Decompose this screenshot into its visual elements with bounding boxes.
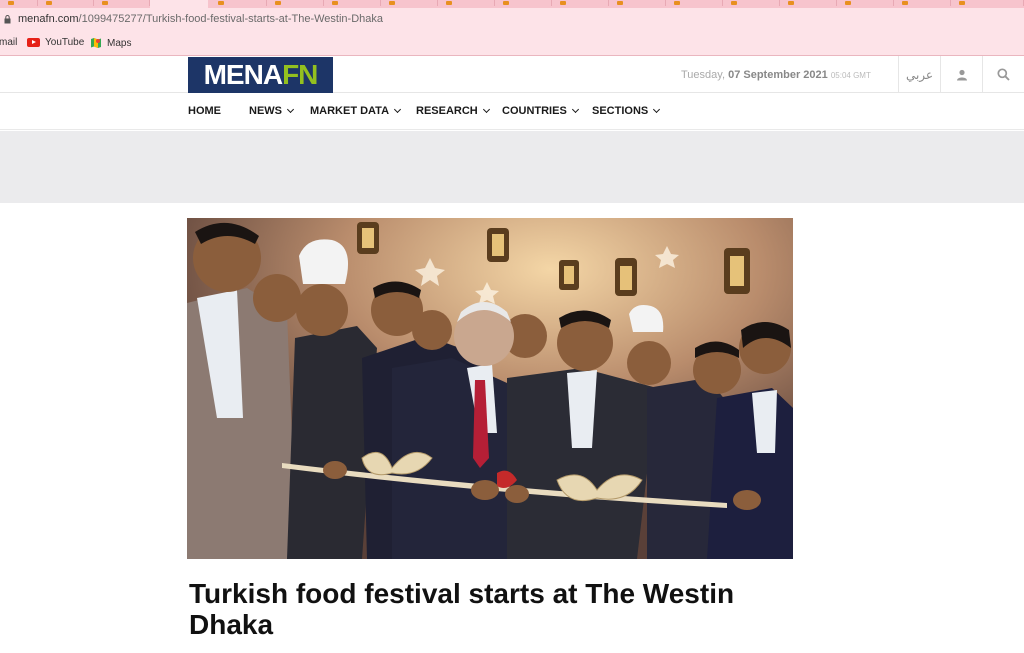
bookmark-gmail[interactable]: mail [0, 37, 17, 48]
user-icon [956, 69, 967, 80]
bookmark-label: mail [0, 37, 18, 48]
nav-label: MARKET DATA [310, 105, 390, 117]
lock-icon [4, 15, 11, 24]
search-button[interactable] [982, 56, 1024, 93]
url-host: menafn.com [18, 13, 79, 25]
site-header: MENA FN Tuesday, 07 September 2021 05:04 … [0, 56, 1024, 93]
chevron-down-icon [571, 105, 579, 114]
chevron-down-icon [393, 105, 402, 114]
article-headline: Turkish food festival starts at The West… [189, 578, 735, 640]
bookmark-maps[interactable]: Maps [90, 37, 131, 49]
date-time: 05:04 GMT [830, 71, 871, 80]
nav-market-data[interactable]: MARKET DATA [310, 105, 402, 117]
bookmarks-bar: mail YouTube Maps [0, 32, 1024, 56]
browser-tab[interactable] [495, 0, 552, 6]
url-text[interactable]: menafn.com/1099475277/Turkish-food-festi… [18, 13, 383, 25]
search-icon [997, 68, 1010, 81]
logo-text-fn: FN [282, 59, 318, 90]
address-bar[interactable]: menafn.com/1099475277/Turkish-food-festi… [0, 8, 1024, 32]
date-main: 07 September 2021 [728, 69, 828, 81]
bookmark-label: YouTube [45, 37, 85, 48]
nav-label: RESEARCH [416, 105, 478, 117]
browser-tab[interactable] [438, 0, 495, 6]
browser-tab[interactable] [837, 0, 894, 6]
nav-label: NEWS [249, 105, 282, 117]
url-path: /1099475277/Turkish-food-festival-starts… [78, 13, 383, 25]
nav-label: HOME [188, 105, 221, 117]
bookmark-label: Maps [107, 37, 132, 49]
browser-tab[interactable] [723, 0, 780, 6]
browser-tab-strip [0, 0, 1024, 8]
browser-tab[interactable] [381, 0, 438, 6]
nav-news[interactable]: NEWS [249, 105, 295, 117]
ribbon-cutting-photo [187, 218, 793, 559]
nav-research[interactable]: RESEARCH [416, 105, 490, 117]
main-nav: HOME NEWS MARKET DATA RESEARCH COUNTRIES… [0, 93, 1024, 130]
nav-countries[interactable]: COUNTRIES [502, 105, 579, 117]
browser-tab[interactable] [38, 0, 94, 6]
browser-tab[interactable] [267, 0, 324, 6]
advertisement-banner [0, 131, 1024, 203]
browser-tab[interactable] [552, 0, 609, 6]
bookmark-youtube[interactable]: YouTube [27, 37, 84, 48]
browser-tab[interactable] [894, 0, 951, 6]
logo-text-mena: MENA [203, 59, 283, 90]
current-date: Tuesday, 07 September 2021 05:04 GMT [681, 69, 871, 81]
browser-tab[interactable] [94, 0, 150, 6]
browser-tab[interactable] [0, 0, 38, 6]
browser-tab[interactable] [666, 0, 723, 6]
browser-tab-active[interactable] [150, 0, 208, 8]
date-day: Tuesday, [681, 69, 726, 81]
browser-tab[interactable] [609, 0, 666, 6]
chevron-down-icon [482, 105, 490, 114]
user-account-button[interactable] [940, 56, 982, 93]
browser-tab[interactable] [951, 0, 1024, 6]
nav-home[interactable]: HOME [188, 105, 221, 117]
nav-label: SECTIONS [592, 105, 649, 117]
arabic-label: عربي [905, 67, 934, 82]
maps-icon [91, 38, 101, 48]
nav-label: COUNTRIES [502, 105, 567, 117]
chevron-down-icon [286, 105, 295, 114]
chevron-down-icon [653, 105, 661, 114]
article-photo[interactable] [187, 218, 793, 559]
youtube-icon [27, 38, 40, 47]
browser-tab[interactable] [780, 0, 837, 6]
browser-tab[interactable] [210, 0, 267, 6]
menafn-logo[interactable]: MENA FN [188, 57, 333, 93]
arabic-language-button[interactable]: عربي [898, 56, 940, 93]
browser-tab[interactable] [324, 0, 381, 6]
nav-sections[interactable]: SECTIONS [592, 105, 661, 117]
